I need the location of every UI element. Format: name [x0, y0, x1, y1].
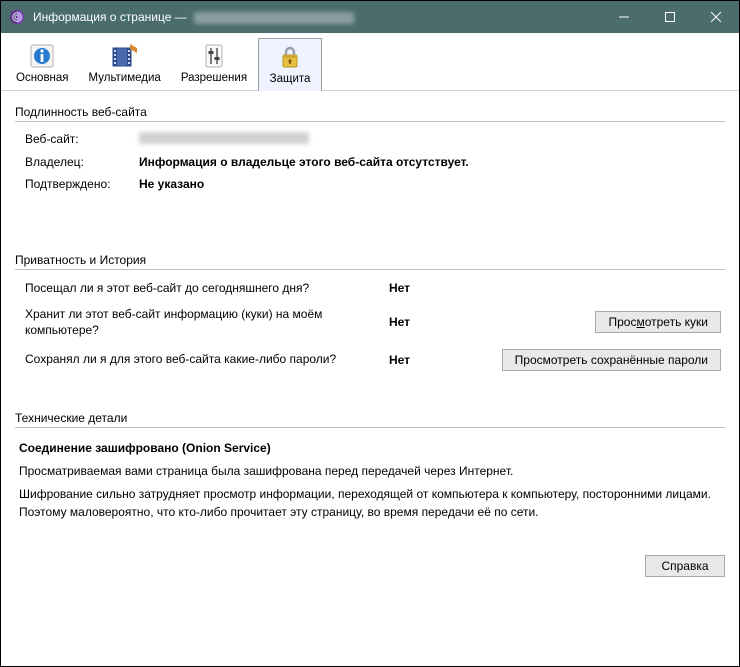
authenticity-heading: Подлинность веб-сайта — [15, 105, 725, 119]
owner-label: Владелец: — [19, 155, 139, 169]
tab-media[interactable]: Мультимедиа — [80, 37, 170, 90]
tab-general[interactable]: Основная — [7, 37, 78, 90]
visited-answer: Нет — [389, 281, 469, 295]
minimize-button[interactable] — [601, 1, 647, 33]
window-title-url-redacted — [194, 12, 354, 24]
tab-permissions[interactable]: Разрешения — [172, 37, 256, 90]
cookies-answer: Нет — [389, 315, 469, 329]
title-bar: Информация о странице — — [1, 1, 739, 33]
authenticity-group: Подлинность веб-сайта Веб-сайт: Владелец… — [15, 105, 725, 245]
view-saved-passwords-button[interactable]: Просмотреть сохранённые пароли — [502, 349, 721, 371]
technical-group: Технические детали Соединение зашифрован… — [15, 411, 725, 540]
verified-value: Не указано — [139, 177, 721, 191]
visited-question: Посещал ли я этот веб-сайт до сегодняшне… — [19, 280, 389, 296]
privacy-row-visited: Посещал ли я этот веб-сайт до сегодняшне… — [19, 280, 721, 296]
view-cookies-button[interactable]: Просмотреть куки — [595, 311, 721, 333]
technical-line2: Просматриваемая вами страница была зашиф… — [19, 463, 721, 480]
technical-line3: Шифрование сильно затрудняет просмотр ин… — [19, 486, 721, 521]
window-controls — [601, 1, 739, 33]
maximize-button[interactable] — [647, 1, 693, 33]
tab-label: Защита — [270, 73, 311, 85]
content-area: Подлинность веб-сайта Веб-сайт: Владелец… — [1, 91, 739, 549]
privacy-heading: Приватность и История — [15, 253, 725, 267]
tab-bar: Основная Мультимедиа Разрешения — [1, 33, 739, 91]
passwords-question: Сохранял ли я для этого веб-сайта какие-… — [19, 351, 389, 367]
privacy-row-passwords: Сохранял ли я для этого веб-сайта какие-… — [19, 349, 721, 371]
passwords-answer: Нет — [389, 353, 469, 367]
media-icon — [111, 42, 139, 70]
technical-heading: Технические детали — [15, 411, 725, 425]
footer: Справка — [1, 549, 739, 587]
help-button[interactable]: Справка — [645, 555, 725, 577]
close-button[interactable] — [693, 1, 739, 33]
website-value-redacted — [139, 132, 309, 144]
tab-security[interactable]: Защита — [258, 38, 322, 91]
cookies-question: Хранит ли этот веб-сайт информацию (куки… — [19, 306, 389, 338]
lock-icon — [276, 43, 304, 71]
app-icon — [9, 9, 25, 25]
window-title: Информация о странице — — [33, 10, 354, 24]
website-value — [139, 132, 721, 147]
verified-label: Подтверждено: — [19, 177, 139, 191]
technical-line1: Соединение зашифровано (Onion Service) — [19, 440, 721, 457]
tab-label: Мультимедиа — [89, 72, 161, 84]
tab-label: Основная — [16, 72, 69, 84]
owner-value: Информация о владельце этого веб-сайта о… — [139, 155, 721, 169]
sliders-icon — [200, 42, 228, 70]
privacy-group: Приватность и История Посещал ли я этот … — [15, 253, 725, 403]
tab-label: Разрешения — [181, 72, 247, 84]
website-label: Веб-сайт: — [19, 132, 139, 147]
privacy-row-cookies: Хранит ли этот веб-сайт информацию (куки… — [19, 306, 721, 338]
info-icon — [28, 42, 56, 70]
